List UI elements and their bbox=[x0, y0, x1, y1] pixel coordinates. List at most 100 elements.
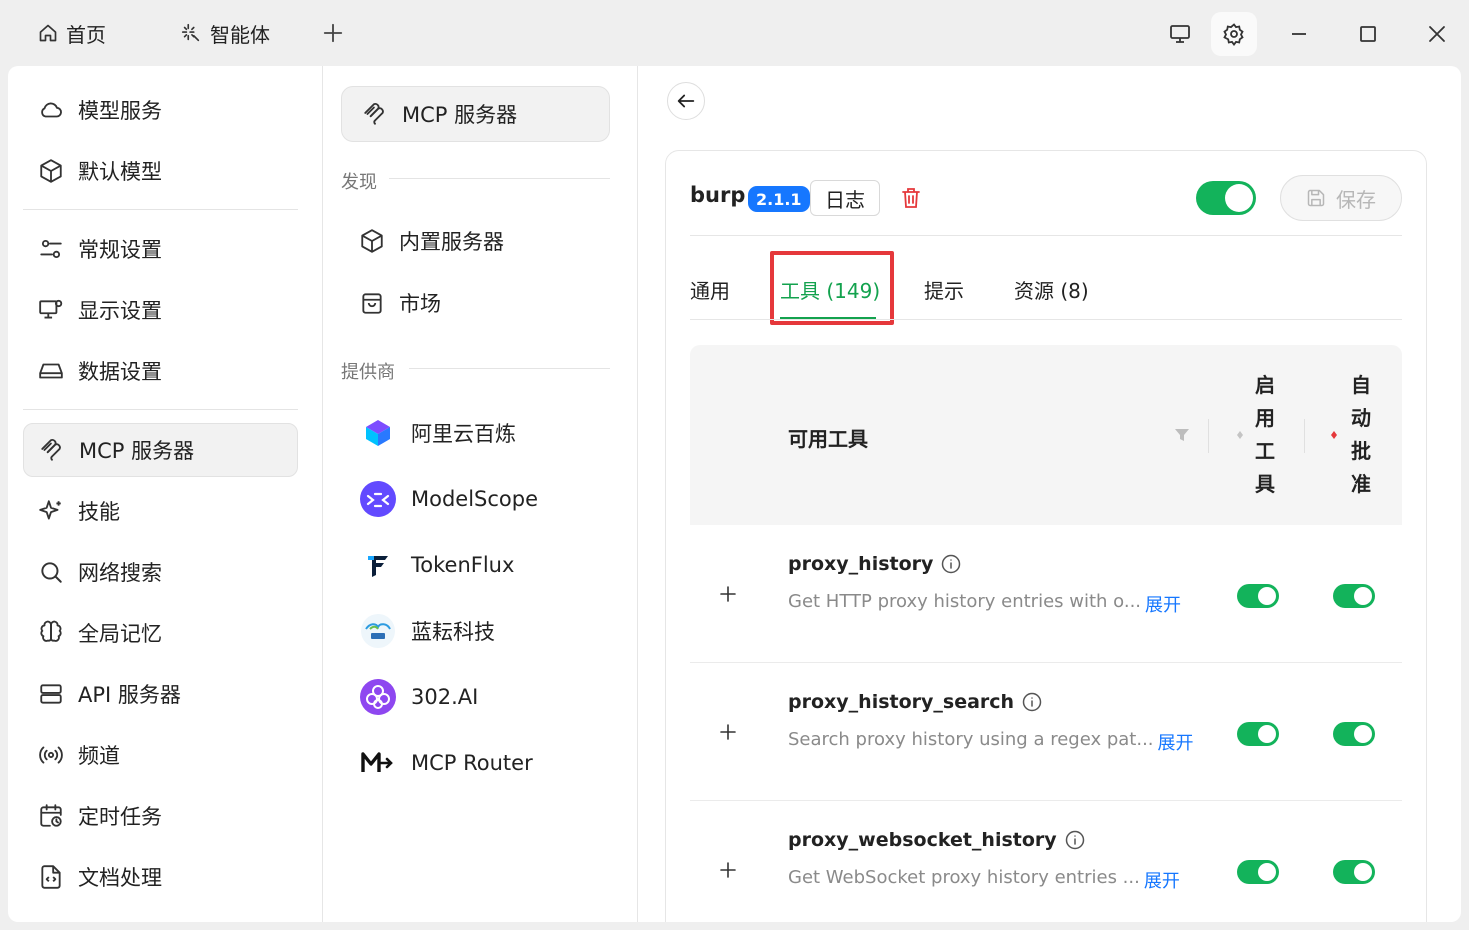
enable-tool-toggle[interactable] bbox=[1237, 860, 1279, 884]
main-window: 模型服务 默认模型 常规设置 显示设置 数据设置 MCP 服务器 技能 网络搜索… bbox=[8, 66, 1461, 922]
nav-item-label: 定时任务 bbox=[78, 805, 162, 829]
mcp-sidebar: MCP 服务器 发现 内置服务器 市场 提供商 阿里云百炼 ModelScope bbox=[323, 66, 637, 922]
tool-description-text: Get HTTP proxy history entries with o... bbox=[788, 591, 1142, 612]
minimize-button[interactable] bbox=[1276, 12, 1322, 56]
delete-button[interactable] bbox=[898, 185, 924, 211]
provider-302ai[interactable]: 302.AI bbox=[359, 672, 609, 722]
server-icon bbox=[38, 681, 64, 707]
nav-item-mcp-servers[interactable]: MCP 服务器 bbox=[23, 423, 298, 477]
nav-item-skills[interactable]: 技能 bbox=[23, 484, 298, 538]
nav-item-label: 技能 bbox=[78, 500, 120, 524]
tools-table: 可用工具 启 用 工 具 自 动 批 准 proxy_history Get H… bbox=[690, 345, 1402, 922]
mcp-servers-header-button[interactable]: MCP 服务器 bbox=[341, 86, 610, 142]
tab-home-label: 首页 bbox=[66, 22, 106, 47]
nav-item-model-service[interactable]: 模型服务 bbox=[23, 83, 298, 137]
info-icon[interactable] bbox=[1022, 692, 1042, 712]
mcp-icon bbox=[362, 101, 388, 127]
header-char: 工 bbox=[1255, 439, 1275, 463]
marketplace-item[interactable]: 市场 bbox=[359, 280, 609, 326]
auto-approve-toggle[interactable] bbox=[1333, 584, 1375, 608]
nav-item-display-settings[interactable]: 显示设置 bbox=[23, 283, 298, 337]
back-button[interactable] bbox=[667, 82, 705, 120]
provider-modelscope[interactable]: ModelScope bbox=[359, 474, 609, 524]
auto-approve-toggle[interactable] bbox=[1333, 722, 1375, 746]
nav-item-label: 网络搜索 bbox=[78, 561, 162, 585]
provider-mcprouter[interactable]: MCP Router bbox=[359, 738, 609, 788]
tool-name-text: proxy_history bbox=[788, 553, 934, 575]
tab-agents[interactable]: 智能体 bbox=[180, 18, 270, 48]
info-icon[interactable] bbox=[1065, 830, 1085, 850]
header-char: 启 bbox=[1255, 373, 1275, 397]
expand-row-button[interactable] bbox=[718, 584, 738, 604]
tab-home[interactable]: 首页 bbox=[38, 18, 106, 48]
nav-item-label: 显示设置 bbox=[78, 299, 162, 323]
builtin-servers-item[interactable]: 内置服务器 bbox=[359, 218, 609, 264]
nav-item-api-server[interactable]: API 服务器 bbox=[23, 667, 298, 721]
file-code-icon bbox=[38, 864, 64, 890]
trash-icon bbox=[901, 187, 921, 209]
enable-tool-toggle[interactable] bbox=[1237, 722, 1279, 746]
plus-icon bbox=[322, 22, 344, 44]
tab-general[interactable]: 通用 bbox=[690, 271, 730, 307]
nav-item-scheduled-tasks[interactable]: 定时任务 bbox=[23, 789, 298, 843]
sort-icon[interactable] bbox=[1236, 431, 1244, 439]
tool-name-text: proxy_history_search bbox=[788, 691, 1015, 713]
maximize-button[interactable] bbox=[1345, 12, 1391, 56]
maximize-icon bbox=[1359, 25, 1377, 43]
tool-name: proxy_history bbox=[788, 553, 961, 575]
auto-approve-toggle[interactable] bbox=[1333, 860, 1375, 884]
tab-prompts[interactable]: 提示 bbox=[924, 271, 964, 307]
provider-label: MCP Router bbox=[411, 751, 533, 775]
close-button[interactable] bbox=[1414, 12, 1460, 56]
info-icon[interactable] bbox=[941, 554, 961, 574]
brain-icon bbox=[38, 620, 64, 646]
column-header-auto-approve: 自 动 批 准 bbox=[1350, 369, 1372, 501]
save-label: 保存 bbox=[1336, 187, 1376, 212]
save-button[interactable]: 保存 bbox=[1280, 175, 1402, 221]
settings-button[interactable] bbox=[1211, 12, 1257, 56]
nav-item-default-model[interactable]: 默认模型 bbox=[23, 144, 298, 198]
tab-resources[interactable]: 资源 (8) bbox=[1014, 271, 1089, 307]
mcp-icon bbox=[39, 437, 65, 463]
header-divider bbox=[690, 235, 1402, 236]
column-header-enable: 启 用 工 具 bbox=[1254, 369, 1276, 501]
expand-description-link[interactable]: 展开 bbox=[1144, 867, 1180, 893]
marketplace-label: 市场 bbox=[399, 292, 441, 316]
calendar-clock-icon bbox=[38, 803, 64, 829]
provider-lanyun[interactable]: 蓝耘科技 bbox=[359, 606, 609, 656]
provider-label: ModelScope bbox=[411, 487, 539, 511]
title-bar: 首页 智能体 bbox=[0, 0, 1469, 66]
enable-tool-toggle[interactable] bbox=[1237, 584, 1279, 608]
filter-icon[interactable] bbox=[1174, 427, 1190, 443]
expand-row-button[interactable] bbox=[718, 722, 738, 742]
server-enable-toggle[interactable] bbox=[1196, 181, 1256, 215]
nav-item-web-search[interactable]: 网络搜索 bbox=[23, 545, 298, 599]
provider-tokenflux[interactable]: TokenFlux bbox=[359, 540, 609, 590]
nav-item-channels[interactable]: 频道 bbox=[23, 728, 298, 782]
provider-label: 302.AI bbox=[411, 685, 479, 709]
nav-item-label: 常规设置 bbox=[78, 238, 162, 262]
lanyun-logo bbox=[359, 612, 397, 650]
tool-description: Search proxy history using a regex pat..… bbox=[788, 729, 1194, 755]
search-icon bbox=[38, 559, 64, 585]
nav-item-data-settings[interactable]: 数据设置 bbox=[23, 344, 298, 398]
sort-icon[interactable] bbox=[1330, 431, 1338, 439]
server-detail-panel: burp 2.1.1 日志 保存 通用 工具 (149) 提示 资源 (8) 可… bbox=[638, 66, 1461, 922]
provider-label: 蓝耘科技 bbox=[411, 620, 495, 644]
nav-divider bbox=[23, 209, 298, 210]
add-tab-button[interactable] bbox=[322, 18, 344, 48]
table-header: 可用工具 启 用 工 具 自 动 批 准 bbox=[690, 345, 1402, 525]
table-row: proxy_history Get HTTP proxy history ent… bbox=[690, 525, 1402, 663]
nav-item-general-settings[interactable]: 常规设置 bbox=[23, 222, 298, 276]
expand-row-button[interactable] bbox=[718, 860, 738, 880]
minimize-icon bbox=[1290, 25, 1308, 43]
expand-description-link[interactable]: 展开 bbox=[1145, 591, 1181, 617]
provider-bailian[interactable]: 阿里云百炼 bbox=[359, 408, 609, 458]
nav-item-document-processing[interactable]: 文档处理 bbox=[23, 850, 298, 904]
expand-description-link[interactable]: 展开 bbox=[1158, 729, 1194, 755]
log-button[interactable]: 日志 bbox=[810, 180, 880, 216]
nav-item-global-memory[interactable]: 全局记忆 bbox=[23, 606, 298, 660]
display-button[interactable] bbox=[1157, 12, 1203, 56]
302ai-logo bbox=[359, 678, 397, 716]
tokenflux-logo bbox=[359, 546, 397, 584]
